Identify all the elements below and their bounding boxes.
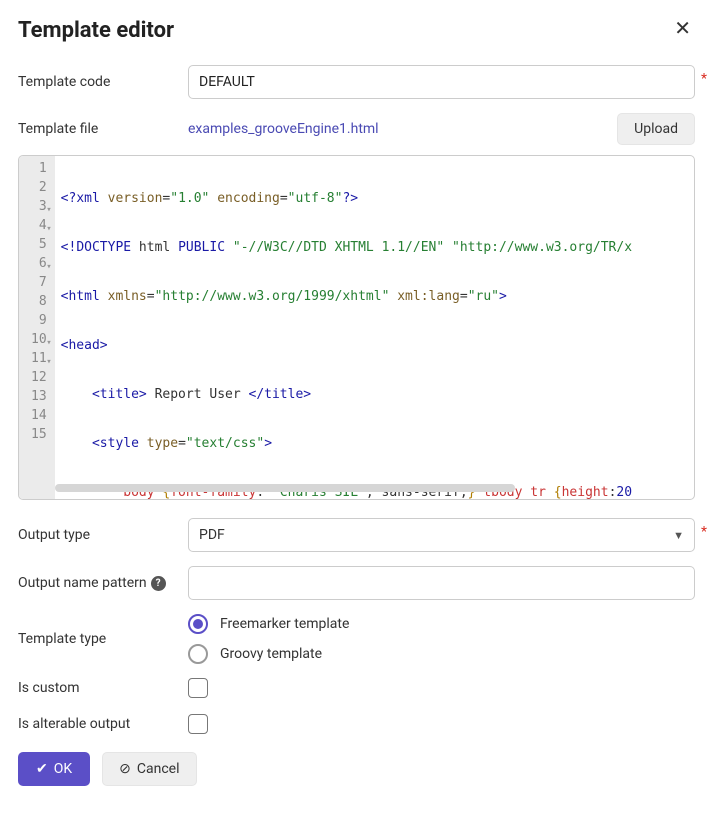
line-number: 12 bbox=[31, 368, 47, 387]
radio-groovy[interactable]: Groovy template bbox=[188, 644, 695, 664]
editor-gutter: 1 2 3▾ 4▾ 5 6▾ 7 8 9 10▾ 11▾ 12 13 14 15 bbox=[19, 156, 55, 499]
fold-icon[interactable]: ▾ bbox=[46, 201, 51, 220]
editor-content[interactable]: <?xml version="1.0" encoding="utf-8"?> <… bbox=[55, 156, 694, 499]
radio-icon bbox=[188, 614, 208, 634]
output-type-label: Output type bbox=[18, 527, 188, 543]
template-file-link[interactable]: examples_grooveEngine1.html bbox=[188, 121, 379, 137]
code-editor[interactable]: 1 2 3▾ 4▾ 5 6▾ 7 8 9 10▾ 11▾ 12 13 14 15… bbox=[18, 155, 695, 500]
ok-label: OK bbox=[54, 761, 72, 777]
ok-button[interactable]: ✔ OK bbox=[18, 752, 90, 786]
output-type-value: PDF bbox=[199, 527, 225, 543]
is-alterable-label: Is alterable output bbox=[18, 716, 188, 732]
line-number: 13 bbox=[31, 387, 47, 406]
line-number: 2 bbox=[31, 178, 47, 197]
fold-icon[interactable]: ▾ bbox=[46, 220, 51, 239]
horizontal-scrollbar[interactable] bbox=[55, 484, 515, 492]
radio-label: Freemarker template bbox=[220, 616, 349, 632]
line-number: 7 bbox=[31, 273, 47, 292]
close-icon[interactable]: ✕ bbox=[670, 18, 695, 38]
is-alterable-checkbox[interactable] bbox=[188, 714, 208, 734]
template-code-input[interactable] bbox=[188, 65, 695, 99]
line-number: 14 bbox=[31, 406, 47, 425]
cancel-label: Cancel bbox=[137, 761, 180, 777]
template-type-label: Template type bbox=[18, 631, 188, 647]
fold-icon[interactable]: ▾ bbox=[46, 258, 51, 277]
line-number: 4▾ bbox=[31, 216, 47, 235]
line-number: 3▾ bbox=[31, 197, 47, 216]
is-custom-label: Is custom bbox=[18, 680, 188, 696]
radio-freemarker[interactable]: Freemarker template bbox=[188, 614, 695, 634]
chevron-down-icon: ▼ bbox=[673, 529, 684, 542]
upload-button[interactable]: Upload bbox=[617, 113, 695, 145]
required-marker: * bbox=[701, 524, 707, 540]
line-number: 9 bbox=[31, 311, 47, 330]
line-number: 15 bbox=[31, 425, 47, 444]
is-custom-checkbox[interactable] bbox=[188, 678, 208, 698]
radio-icon bbox=[188, 644, 208, 664]
fold-icon[interactable]: ▾ bbox=[46, 353, 51, 372]
line-number: 8 bbox=[31, 292, 47, 311]
line-number: 10▾ bbox=[31, 330, 47, 349]
help-icon[interactable]: ? bbox=[151, 576, 166, 591]
required-marker: * bbox=[701, 71, 707, 87]
line-number: 11▾ bbox=[31, 349, 47, 368]
cancel-button[interactable]: ⊘ Cancel bbox=[102, 752, 196, 786]
check-icon: ✔ bbox=[36, 761, 48, 777]
line-number: 5 bbox=[31, 235, 47, 254]
template-code-label: Template code bbox=[18, 74, 188, 90]
dialog-title: Template editor bbox=[18, 18, 174, 43]
output-type-select[interactable]: PDF ▼ bbox=[188, 518, 695, 552]
radio-label: Groovy template bbox=[220, 646, 322, 662]
line-number: 6▾ bbox=[31, 254, 47, 273]
output-name-pattern-input[interactable] bbox=[188, 566, 695, 600]
line-number: 1 bbox=[31, 159, 47, 178]
fold-icon[interactable]: ▾ bbox=[46, 334, 51, 353]
output-name-pattern-label: Output name pattern ? bbox=[18, 575, 188, 591]
template-file-label: Template file bbox=[18, 121, 188, 137]
cancel-icon: ⊘ bbox=[119, 761, 131, 777]
